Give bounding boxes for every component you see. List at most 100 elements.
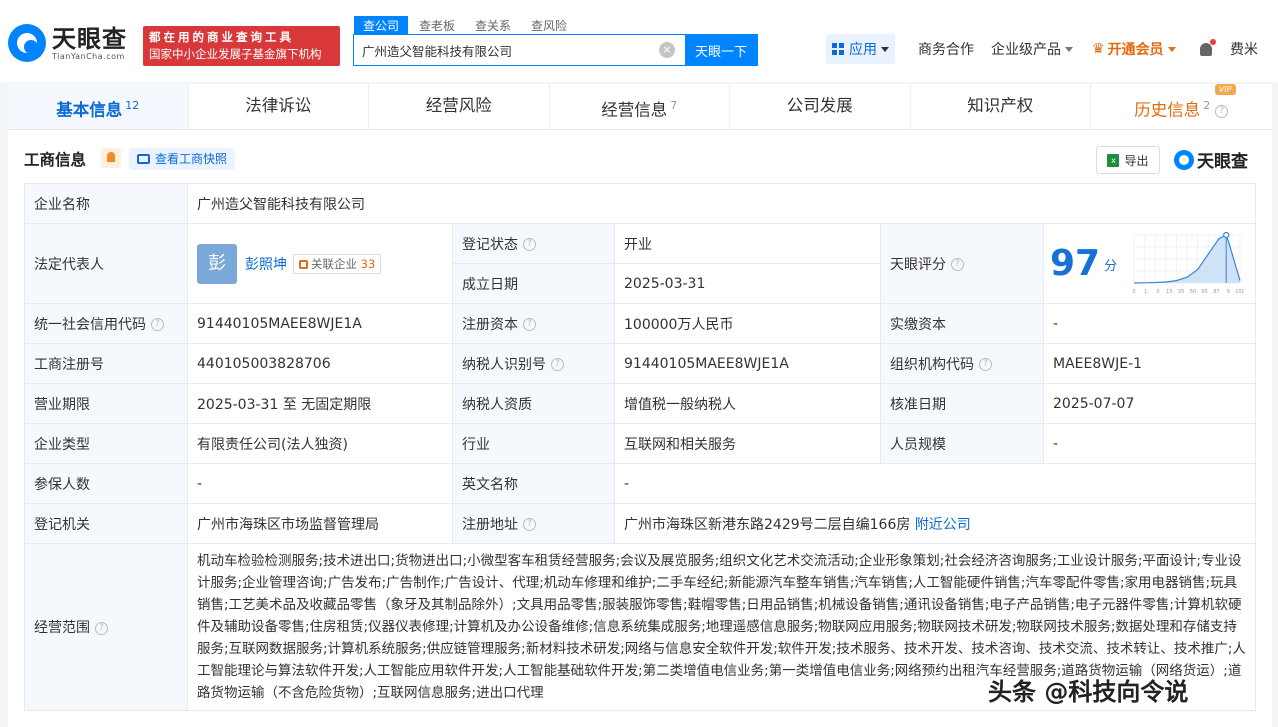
authority-value: 广州市海珠区市场监督管理局 — [187, 503, 453, 544]
search-box: × 天眼一下 — [353, 34, 758, 66]
tianyancha-logo[interactable]: 天眼查 TianYanCha.com — [8, 24, 127, 62]
snapshot-button[interactable]: 查看工商快照 — [129, 148, 236, 170]
search-tab-boss[interactable]: 查老板 — [410, 16, 464, 35]
tab-operation[interactable]: 经营信息 7 — [550, 84, 730, 129]
notifications[interactable] — [1200, 34, 1216, 64]
score-cell[interactable]: 97 分 0 1 3 15 35 50 65 87 9 100 — [1043, 223, 1256, 304]
search-button[interactable]: 天眼一下 — [685, 35, 757, 65]
export-button[interactable]: x 导出 — [1096, 146, 1160, 174]
clear-icon[interactable]: × — [659, 42, 675, 58]
bell-icon — [1200, 38, 1216, 56]
term-value: 2025-03-31 至 无固定期限 — [187, 383, 453, 424]
tab-risk[interactable]: 经营风险 — [369, 84, 550, 129]
industry-value: 互联网和相关服务 — [614, 423, 881, 464]
tab-development[interactable]: 公司发展 — [730, 84, 911, 129]
related-companies-badge[interactable]: 关联企业 33 — [293, 253, 382, 274]
search-input[interactable] — [354, 35, 659, 65]
chart-tick-label: 1 — [1144, 289, 1147, 295]
insured-label: 参保人数 — [24, 463, 188, 504]
en-name-value: - — [614, 463, 1256, 504]
help-icon[interactable]: ? — [951, 258, 964, 271]
avatar[interactable]: 彭 — [197, 243, 237, 284]
score-value: 97 — [1050, 243, 1101, 284]
taxpayer-id-value: 91440105MAEE8WJE1A — [614, 343, 881, 384]
help-icon[interactable]: ? — [523, 238, 536, 251]
excel-icon: x — [1107, 153, 1120, 167]
reg-no-value: 440105003828706 — [187, 343, 453, 384]
term-label: 营业期限 — [24, 383, 188, 424]
vip-menu[interactable]: ♛ 开通会员 — [1092, 34, 1176, 64]
notification-dot — [1210, 38, 1216, 45]
legal-rep-label: 法定代表人 — [24, 223, 188, 304]
company-type-label: 企业类型 — [24, 423, 188, 464]
tab-ip[interactable]: 知识产权 — [911, 84, 1091, 129]
legal-rep-name[interactable]: 彭照坤 — [245, 257, 287, 273]
top-header: 天眼查 TianYanCha.com 都在用的商业查询工具 国家中小企业发展子基… — [0, 0, 1278, 82]
search-tab-company[interactable]: 查公司 — [354, 16, 409, 35]
company-panel: 基本信息 12 法律诉讼 经营风险 经营信息 7 公司发展 知识产权 VIP 历史信… — [8, 84, 1272, 727]
apps-menu[interactable]: 应用 — [826, 34, 895, 64]
address-label: 注册地址? — [452, 503, 615, 544]
chart-tick-label: 9 — [1227, 289, 1230, 295]
address-value: 广州市海珠区新港东路2429号二层自编166房 — [624, 516, 911, 533]
help-icon[interactable]: ? — [95, 621, 108, 635]
chart-tick-label: 50 — [1190, 289, 1196, 295]
enterprise-products-menu[interactable]: 企业级产品 — [991, 34, 1073, 64]
nearby-companies-link[interactable]: 附近公司 — [915, 517, 971, 533]
paid-capital-label: 实缴资本 — [880, 303, 1044, 344]
author-watermark: 头条 @科技向令说 — [988, 678, 1189, 706]
chart-tick-label: 0 — [1132, 289, 1135, 295]
help-icon[interactable]: ? — [551, 358, 564, 371]
paid-capital-value: - — [1043, 303, 1256, 344]
search-tab-relation[interactable]: 查关系 — [466, 16, 520, 35]
table-row: 企业名称 广州造父智能科技有限公司 — [24, 183, 1256, 224]
authority-label: 登记机关 — [24, 503, 188, 544]
bell-icon[interactable] — [101, 148, 121, 168]
taxpayer-qual-value: 增值税一般纳税人 — [614, 383, 881, 424]
approve-date-label: 核准日期 — [880, 383, 1044, 424]
taxpayer-qual-label: 纳税人资质 — [452, 383, 615, 424]
reg-capital-value: 100000万人民币 — [614, 303, 881, 344]
help-icon[interactable]: ? — [523, 518, 536, 531]
caret-down-icon — [881, 46, 889, 52]
business-cooperation-link[interactable]: 商务合作 — [918, 34, 974, 64]
business-info-table: 企业名称 广州造父智能科技有限公司 法定代表人 彭彭照坤 关联企业 33 登记状态… — [24, 183, 1256, 711]
logo-domain: TianYanCha.com — [52, 51, 125, 61]
help-icon[interactable]: ? — [1215, 104, 1229, 118]
score-distribution-chart: 0 1 3 15 35 50 65 87 9 100 — [1132, 231, 1244, 295]
found-date-label: 成立日期 — [452, 263, 615, 304]
org-code-value: MAEE8WJE-1 — [1043, 343, 1256, 384]
detail-tabs: 基本信息 12 法律诉讼 经营风险 经营信息 7 公司发展 知识产权 VIP 历史信… — [8, 84, 1272, 130]
eye-logo-icon — [8, 24, 46, 62]
chart-tick-label: 15 — [1166, 289, 1172, 295]
crown-icon: ♛ — [1092, 41, 1105, 57]
chart-marker-point — [1223, 231, 1230, 238]
table-row: 统一社会信用代码? 91440105MAEE8WJE1A 注册资本? 10000… — [24, 303, 1256, 344]
tab-legal[interactable]: 法律诉讼 — [189, 84, 369, 129]
search-type-tabs: 查公司 查老板 查关系 查风险 — [354, 16, 578, 35]
search-tab-risk[interactable]: 查风险 — [522, 16, 576, 35]
help-icon[interactable]: ? — [151, 318, 164, 331]
user-menu[interactable]: 费米 — [1230, 34, 1258, 64]
tab-history[interactable]: VIP 历史信息 2? — [1091, 84, 1272, 129]
org-code-label: 组织机构代码? — [880, 343, 1044, 384]
link-icon — [299, 259, 308, 269]
legal-rep-cell: 彭彭照坤 关联企业 33 — [187, 223, 453, 304]
tab-basic-info[interactable]: 基本信息 12 — [8, 84, 189, 129]
reg-status-value: 开业 — [614, 223, 881, 264]
table-row: 法定代表人 彭彭照坤 关联企业 33 登记状态? 开业 天眼评分? 97 分 0 1 3… — [24, 223, 1256, 304]
chart-tick-label: 35 — [1178, 289, 1184, 295]
help-icon[interactable]: ? — [979, 358, 992, 371]
vip-badge: VIP — [1214, 84, 1236, 95]
help-icon[interactable]: ? — [523, 318, 536, 331]
section-title: 工商信息 — [24, 151, 87, 169]
chart-tick-label: 65 — [1201, 289, 1207, 295]
logo-text: 天眼查 — [52, 24, 127, 53]
camera-icon — [137, 154, 150, 164]
eye-logo-icon — [1174, 149, 1194, 170]
credit-code-label: 统一社会信用代码? — [24, 303, 188, 344]
chart-tick-label: 100 — [1235, 289, 1244, 295]
staff-value: - — [1043, 423, 1256, 464]
table-row: 登记机关 广州市海珠区市场监督管理局 注册地址? 广州市海珠区新港东路2429号… — [24, 503, 1256, 544]
insured-value: - — [187, 463, 453, 504]
